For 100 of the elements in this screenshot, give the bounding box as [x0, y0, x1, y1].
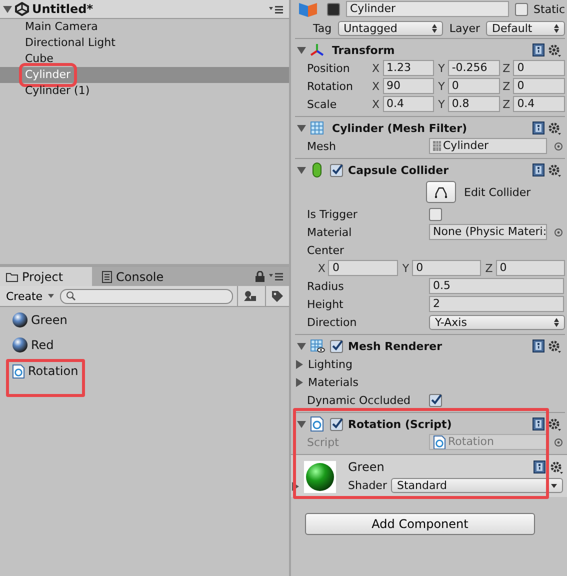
- updown-icon: [554, 24, 559, 32]
- checkbox[interactable]: [514, 2, 528, 16]
- expand-arrow-icon: [297, 342, 306, 350]
- axis-label: Z: [502, 80, 510, 92]
- checkmark-icon: [430, 394, 442, 406]
- component-title: Rotation (Script): [348, 418, 452, 430]
- gear-icon: [548, 340, 561, 352]
- foldout-toggle[interactable]: Materials: [295, 376, 358, 388]
- number-field[interactable]: 0: [513, 78, 566, 94]
- panel-tab[interactable]: Console: [96, 267, 170, 286]
- shapes-icon: [242, 290, 256, 302]
- tag-dropdown[interactable]: Untagged: [338, 20, 444, 36]
- help-book-icon: [532, 417, 545, 431]
- gear-icon: [548, 44, 561, 56]
- number-field[interactable]: 0.8: [448, 96, 500, 112]
- foldout-toggle[interactable]: Lighting: [295, 358, 352, 370]
- collider-shape-icon: [434, 186, 448, 198]
- hierarchy-item[interactable]: Cylinder (1): [0, 83, 289, 99]
- field-label: Radius: [307, 280, 345, 292]
- field-label: Script: [307, 436, 340, 448]
- expand-arrow-icon: [297, 46, 306, 54]
- help-book-icon: [532, 163, 545, 177]
- checkbox[interactable]: [327, 2, 340, 16]
- caret-icon: [551, 484, 557, 488]
- hierarchy-item[interactable]: Cube: [0, 51, 289, 67]
- number-field[interactable]: -0.256: [448, 60, 500, 76]
- axis-label: Z: [502, 62, 510, 74]
- edit-collider-button[interactable]: [426, 181, 456, 203]
- checkmark-icon: [330, 340, 342, 352]
- number-field[interactable]: 2: [429, 296, 564, 312]
- number-field[interactable]: 0: [328, 260, 398, 276]
- axes-icon: [309, 42, 325, 58]
- updown-icon: [432, 24, 438, 32]
- field-label: Rotation: [307, 80, 354, 92]
- sphere-icon: [12, 337, 28, 353]
- help-book-icon: [532, 43, 545, 57]
- add-component-button[interactable]: Add Component: [305, 513, 535, 535]
- axis-label: X: [317, 262, 326, 274]
- checkmark-icon: [330, 164, 342, 176]
- sphere-preview-icon: [304, 460, 336, 492]
- field-label: Dynamic Occluded: [307, 394, 412, 406]
- number-field[interactable]: 0: [412, 260, 482, 276]
- gear-icon: [548, 164, 561, 176]
- help-book-icon: [532, 339, 545, 353]
- number-field[interactable]: 0: [513, 60, 566, 76]
- field-label: Scale: [307, 98, 338, 110]
- expand-arrow-icon: [297, 420, 306, 428]
- checkbox[interactable]: [429, 394, 442, 406]
- axis-label: Z: [502, 98, 510, 110]
- number-field[interactable]: 0: [448, 78, 500, 94]
- direction-dropdown[interactable]: Y-Axis: [429, 314, 565, 330]
- number-field[interactable]: 0.5: [429, 278, 564, 294]
- checkbox[interactable]: [330, 340, 343, 352]
- panel-tab[interactable]: Project: [0, 267, 92, 286]
- target-icon: [554, 228, 563, 236]
- lock-icon: [255, 271, 265, 282]
- field-label: Height: [307, 298, 344, 310]
- number-field[interactable]: 0: [496, 260, 565, 276]
- object-field[interactable]: None (Physic Materi:: [429, 224, 547, 240]
- gear-icon: [548, 418, 561, 430]
- search-field[interactable]: [60, 288, 233, 304]
- sphere-icon: [12, 312, 28, 328]
- asset-item[interactable]: Red: [12, 337, 54, 353]
- expand-arrow-icon: [297, 166, 306, 174]
- tag-icon: [271, 290, 284, 302]
- script-file-icon: [433, 435, 446, 449]
- number-field[interactable]: 0.4: [513, 96, 566, 112]
- axis-label: Y: [437, 62, 445, 74]
- hierarchy-item[interactable]: Directional Light: [0, 35, 289, 51]
- gear-icon: [550, 460, 563, 474]
- object-field[interactable]: Cylinder: [429, 138, 547, 154]
- script-file-icon: [309, 416, 325, 432]
- material-name: Green: [348, 460, 384, 474]
- gear-icon: [548, 122, 561, 134]
- tag-label: Tag: [313, 22, 332, 34]
- target-icon: [554, 142, 563, 150]
- component-title: Transform: [332, 44, 395, 56]
- document-icon: [102, 270, 112, 282]
- shader-dropdown[interactable]: Standard: [390, 478, 563, 493]
- checkbox[interactable]: [330, 418, 343, 430]
- hierarchy-item[interactable]: Main Camera: [0, 19, 289, 35]
- number-field[interactable]: 0.4: [382, 96, 434, 112]
- button-caption: Edit Collider: [464, 186, 531, 198]
- checkmark-icon: [330, 418, 342, 430]
- number-field[interactable]: 90: [382, 78, 434, 94]
- field-label: Mesh: [307, 140, 337, 152]
- field-label: Shader: [348, 479, 387, 492]
- create-button[interactable]: Create: [4, 290, 56, 302]
- expand-arrow-icon: [297, 124, 306, 132]
- layer-dropdown[interactable]: Default: [486, 20, 565, 36]
- menu-icon: [269, 272, 283, 281]
- checkbox[interactable]: [330, 164, 343, 176]
- search-icon: [66, 291, 76, 301]
- caret-icon: [48, 294, 54, 298]
- component-title: Mesh Renderer: [348, 340, 442, 352]
- number-field[interactable]: 1.23: [382, 60, 434, 76]
- component-title: Cylinder (Mesh Filter): [332, 122, 468, 134]
- asset-item[interactable]: Green: [12, 312, 68, 328]
- name-field[interactable]: Cylinder: [346, 1, 509, 17]
- checkbox[interactable]: [429, 208, 442, 220]
